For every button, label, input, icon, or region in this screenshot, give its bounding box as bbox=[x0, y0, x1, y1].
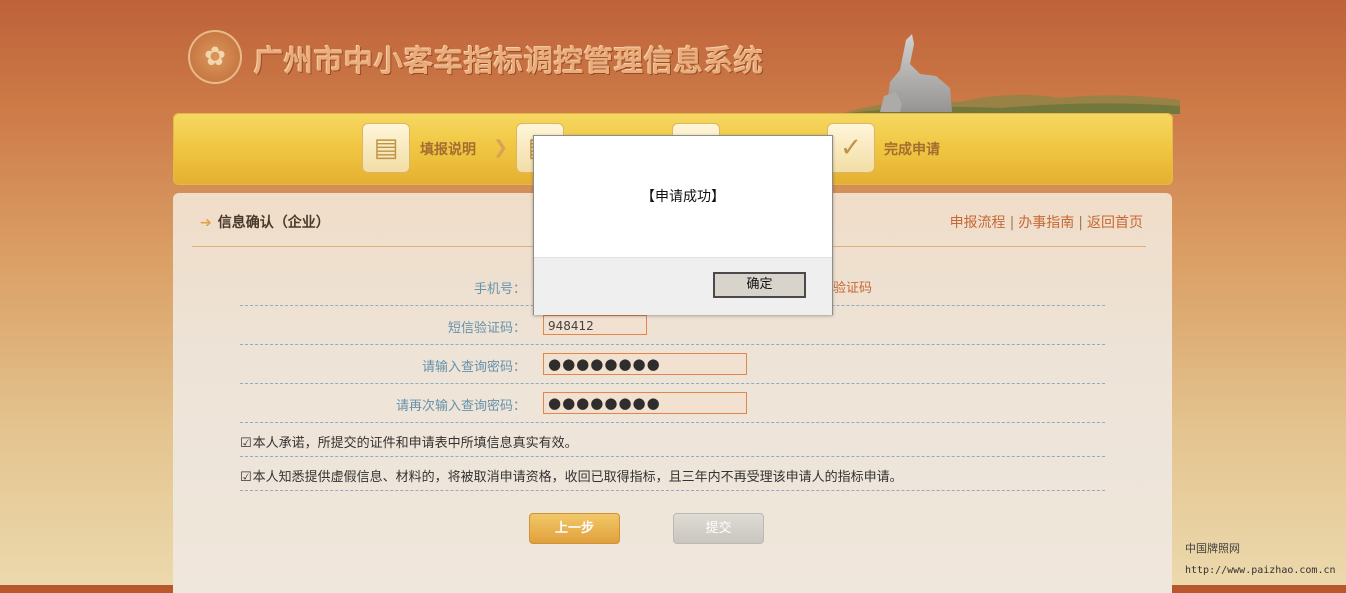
dialog-footer: 确定 bbox=[534, 257, 832, 315]
ok-button[interactable]: 确定 bbox=[713, 272, 806, 298]
success-dialog: 【申请成功】 确定 bbox=[533, 135, 833, 315]
dialog-message: 【申请成功】 bbox=[641, 189, 725, 205]
